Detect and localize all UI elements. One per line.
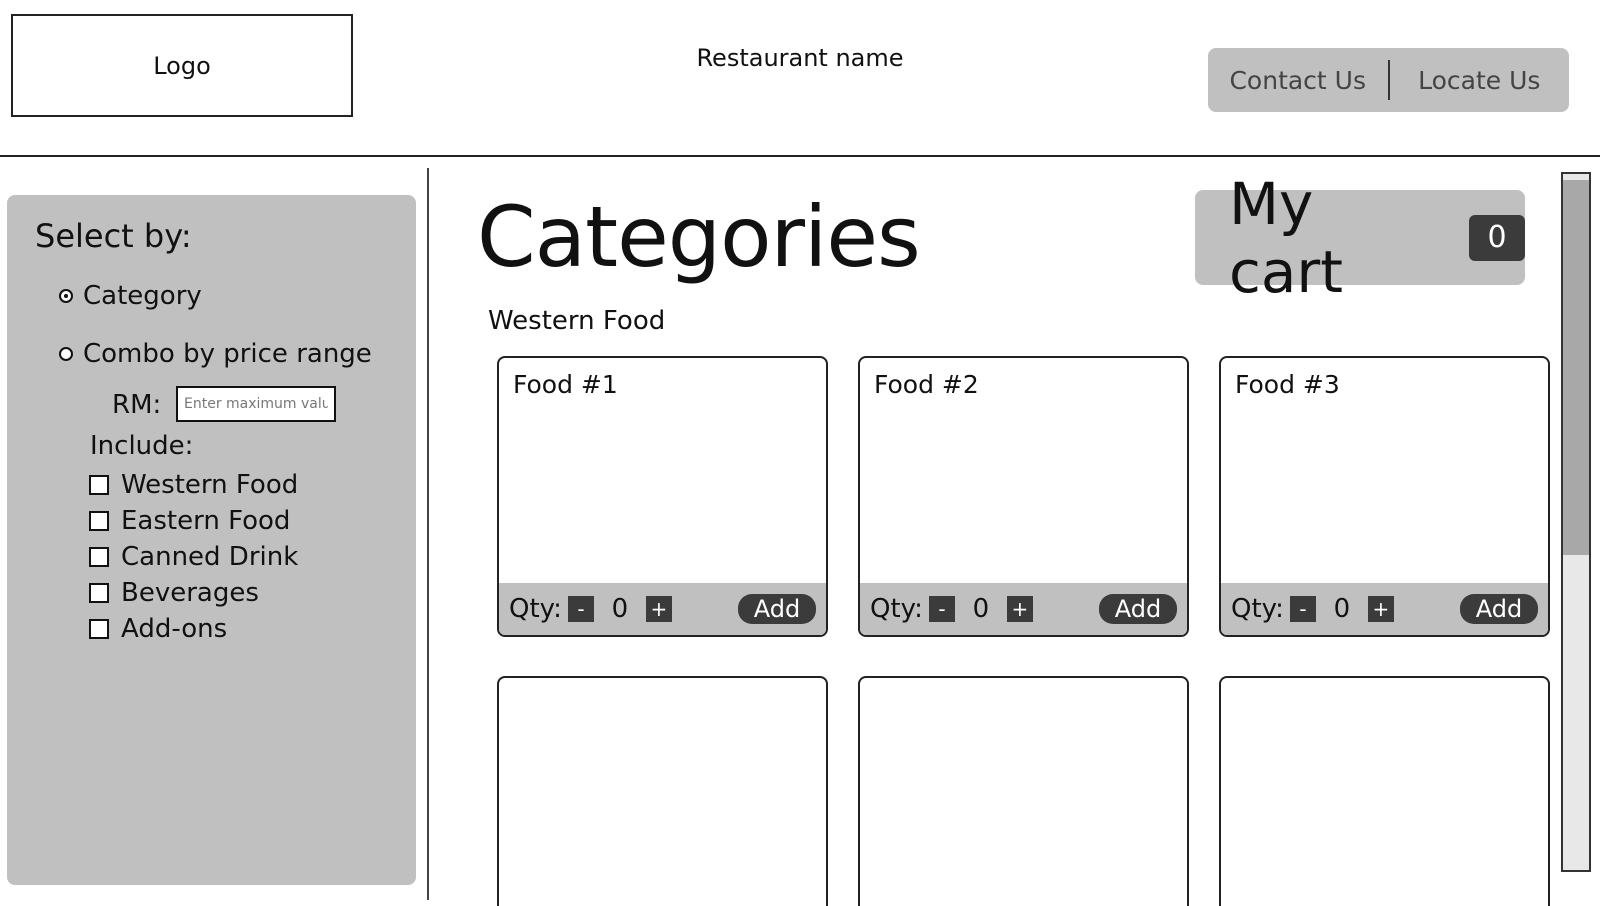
- max-price-input[interactable]: [176, 386, 336, 422]
- locate-us-link[interactable]: Locate Us: [1390, 66, 1570, 95]
- page-title: Categories: [477, 188, 921, 286]
- checkbox-label: Beverages: [121, 578, 259, 608]
- food-card[interactable]: Food #1 Qty: - 0 + Add: [497, 356, 828, 637]
- checkbox-icon[interactable]: [89, 511, 109, 531]
- checkbox-icon[interactable]: [89, 619, 109, 639]
- sidebar-divider: [427, 168, 429, 900]
- food-card-empty[interactable]: [1219, 676, 1550, 906]
- sidebar-title: Select by:: [35, 217, 192, 255]
- checkbox-label: Western Food: [121, 470, 299, 500]
- qty-increment-button[interactable]: +: [645, 596, 672, 622]
- radio-category-label: Category: [83, 281, 202, 311]
- card-footer: Qty: - 0 + Add: [860, 583, 1187, 635]
- card-footer: Qty: - 0 + Add: [1221, 583, 1548, 635]
- checkbox-label: Eastern Food: [121, 506, 291, 536]
- restaurant-name: Restaurant name: [696, 44, 904, 72]
- checkbox-icon[interactable]: [89, 547, 109, 567]
- checkbox-icon[interactable]: [89, 475, 109, 495]
- food-card[interactable]: Food #2 Qty: - 0 + Add: [858, 356, 1189, 637]
- food-card[interactable]: Food #3 Qty: - 0 + Add: [1219, 356, 1550, 637]
- contact-us-link[interactable]: Contact Us: [1208, 66, 1388, 95]
- header-divider: [0, 155, 1600, 157]
- my-cart-button[interactable]: My cart 0: [1195, 170, 1525, 306]
- add-button[interactable]: Add: [1099, 594, 1177, 624]
- include-canned-drink[interactable]: Canned Drink: [89, 539, 298, 575]
- qty-decrement-button[interactable]: -: [567, 596, 594, 622]
- qty-label: Qty:: [1231, 594, 1284, 624]
- radio-category[interactable]: Category: [59, 281, 202, 311]
- add-button[interactable]: Add: [1460, 594, 1538, 624]
- food-card-empty[interactable]: [497, 676, 828, 906]
- include-label: Include:: [90, 431, 194, 461]
- food-card-empty[interactable]: [858, 676, 1189, 906]
- checkbox-label: Canned Drink: [121, 542, 299, 572]
- cart-count-badge: 0: [1469, 214, 1525, 261]
- vertical-scrollbar[interactable]: [1561, 172, 1591, 872]
- qty-value: 0: [611, 594, 629, 624]
- logo-label: Logo: [153, 51, 211, 80]
- cart-label: My cart: [1229, 169, 1344, 306]
- qty-label: Qty:: [509, 594, 562, 624]
- radio-combo-label: Combo by price range: [83, 339, 372, 369]
- checkbox-label: Add-ons: [121, 614, 228, 644]
- qty-increment-button[interactable]: +: [1006, 596, 1033, 622]
- card-footer: Qty: - 0 + Add: [499, 583, 826, 635]
- price-currency-label: RM:: [112, 390, 162, 420]
- include-western-food[interactable]: Western Food: [89, 467, 298, 503]
- radio-combo-price[interactable]: Combo by price range: [59, 339, 372, 369]
- qty-value: 0: [1333, 594, 1351, 624]
- qty-decrement-button[interactable]: -: [928, 596, 955, 622]
- include-checklist: Western Food Eastern Food Canned Drink B…: [89, 467, 298, 647]
- filter-sidebar: Select by: Category Combo by price range…: [7, 195, 416, 885]
- qty-decrement-button[interactable]: -: [1289, 596, 1316, 622]
- food-name: Food #3: [1235, 370, 1340, 399]
- add-button[interactable]: Add: [738, 594, 816, 624]
- qty-label: Qty:: [870, 594, 923, 624]
- radio-icon-selected[interactable]: [59, 289, 73, 303]
- include-add-ons[interactable]: Add-ons: [89, 611, 298, 647]
- scrollbar-thumb[interactable]: [1563, 180, 1589, 555]
- section-title: Western Food: [488, 306, 666, 336]
- qty-value: 0: [972, 594, 990, 624]
- food-name: Food #1: [513, 370, 618, 399]
- checkbox-icon[interactable]: [89, 583, 109, 603]
- food-name: Food #2: [874, 370, 979, 399]
- header-nav: Contact Us Locate Us: [1208, 48, 1569, 112]
- logo[interactable]: Logo: [11, 14, 353, 117]
- include-beverages[interactable]: Beverages: [89, 575, 298, 611]
- qty-increment-button[interactable]: +: [1367, 596, 1394, 622]
- include-eastern-food[interactable]: Eastern Food: [89, 503, 298, 539]
- radio-icon[interactable]: [59, 347, 73, 361]
